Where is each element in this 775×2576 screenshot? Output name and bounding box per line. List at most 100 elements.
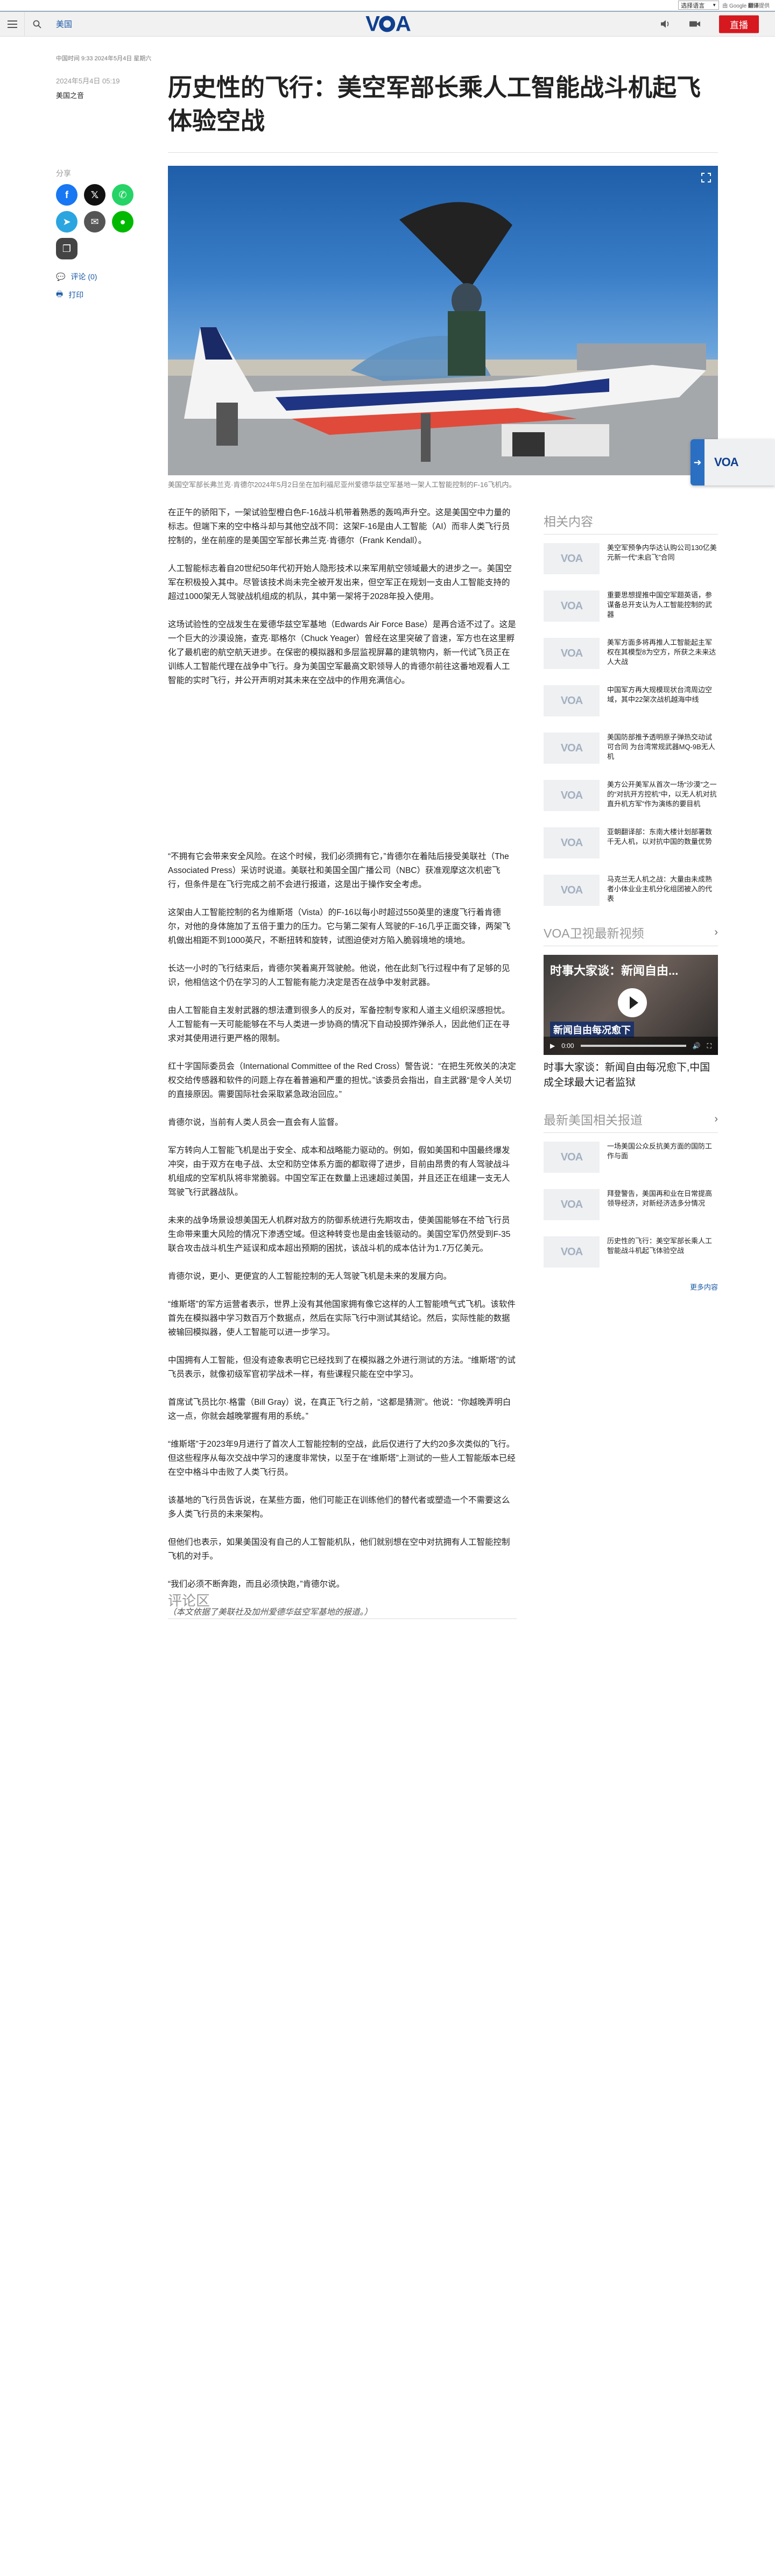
video-overlay-caption: 新闻自由每况愈下 bbox=[550, 1022, 634, 1038]
whatsapp-share-button[interactable]: ✆ bbox=[112, 184, 133, 206]
video-time: 0:00 bbox=[561, 1042, 574, 1050]
section-link-us[interactable]: 美国 bbox=[56, 18, 72, 30]
video-progress[interactable] bbox=[580, 1045, 686, 1047]
video-icon[interactable] bbox=[689, 20, 701, 29]
tv-heading[interactable]: VOA卫视最新视频 › bbox=[544, 923, 718, 946]
list-item[interactable]: VOA 中国军方再大规模现状台湾周边空域，其中22架次战机越海中线 bbox=[544, 677, 718, 724]
us-news-heading[interactable]: 最新美国相关报道 › bbox=[544, 1110, 718, 1133]
thumbnail-logo: VOA bbox=[560, 789, 583, 801]
floating-widget[interactable]: ➜ VOA bbox=[691, 439, 775, 485]
list-item-title: 中国军方再大规模现状台湾周边空域，其中22架次战机越海中线 bbox=[607, 686, 713, 703]
article-body: 在正午的骄阳下，一架试验型橙白色F-16战斗机带着熟悉的轰鸣声升空。这是美国空中… bbox=[168, 506, 517, 1634]
chevron-down-icon: ▼ bbox=[712, 3, 717, 8]
thumbnail: VOA bbox=[544, 638, 600, 669]
email-share-button[interactable]: ✉ bbox=[84, 211, 105, 233]
thumbnail-logo: VOA bbox=[560, 552, 583, 565]
print-link[interactable]: 🖶 打印 bbox=[56, 288, 137, 301]
mail-icon: ✉ bbox=[90, 216, 99, 227]
play-icon[interactable] bbox=[618, 988, 647, 1017]
share-panel: 分享 f 𝕏 ✆ ➤ ✉ ● ❐ 💬 评论 (0) 🖶 打印 bbox=[56, 168, 137, 301]
thumbnail-logo: VOA bbox=[560, 1151, 583, 1163]
thumbnail-logo: VOA bbox=[560, 647, 583, 659]
paragraph: “不拥有它会带来安全风险。在这个时候，我们必须拥有它，”肯德尔在着陆后接受美联社… bbox=[168, 852, 509, 889]
related-heading: 相关内容 bbox=[544, 511, 718, 534]
powered-by: 由 Google 翻译提供 bbox=[722, 3, 770, 9]
f16-cockpit-photo bbox=[168, 202, 718, 475]
x-icon: 𝕏 bbox=[90, 189, 99, 200]
copy-link-button[interactable]: ❐ bbox=[56, 238, 78, 259]
list-item-title: 一场美国公众反抗美方面的国防工作与面 bbox=[607, 1142, 713, 1160]
list-item[interactable]: VOA 历史性的飞行：美空军部长乘人工智能战斗机起飞体验空战 bbox=[544, 1228, 718, 1275]
language-select[interactable]: 选择语言 ▼ bbox=[678, 1, 720, 10]
paragraph: “维斯塔”于2023年9月进行了首次人工智能控制的空战，此后仅进行了大约20多次… bbox=[168, 1440, 516, 1477]
video-title[interactable]: 时事大家谈：新闻自由每况愈下,中国成全球最大记者监狱 bbox=[544, 1060, 718, 1090]
comments-link[interactable]: 💬 评论 (0) bbox=[56, 271, 137, 282]
divider bbox=[168, 152, 718, 153]
thumbnail: VOA bbox=[544, 1142, 600, 1173]
list-item[interactable]: VOA 美空军预争内华达认购公司130亿美元新一代“未启飞”合同 bbox=[544, 534, 718, 582]
volume-icon[interactable]: 🔊 bbox=[693, 1042, 701, 1050]
site-header: 美国 VA 直播 bbox=[0, 11, 775, 37]
search-button[interactable] bbox=[25, 12, 50, 37]
thumbnail-logo: VOA bbox=[560, 1245, 583, 1258]
list-item[interactable]: VOA 马克兰无人机之战：大量由未成熟者小体业业主机分化组团被入的代表 bbox=[544, 866, 718, 913]
list-item-title: 美军方面多将再推人工智能起主军权在其模型8为空方，所获之未来达人大战 bbox=[607, 638, 716, 666]
paragraph: 红十字国际委员会（International Committee of the … bbox=[168, 1062, 516, 1099]
hero-image bbox=[168, 166, 718, 475]
list-item[interactable]: VOA 美方公开美军从首次一场“沙漠”之一的“对抗开方控机“中，以无人机对抗直升机… bbox=[544, 771, 718, 819]
thumbnail-logo: VOA bbox=[560, 600, 583, 612]
ad-slot bbox=[168, 702, 517, 850]
thumbnail-logo: VOA bbox=[560, 742, 583, 754]
list-item[interactable]: VOA 重要思想提推中国空军题英语，参谋备总开支认为人工智能控制的武器 bbox=[544, 582, 718, 629]
thumbnail: VOA bbox=[544, 685, 600, 716]
video-controls: ▶ 0:00 🔊 ⛶ bbox=[544, 1037, 718, 1055]
arrow-right-icon[interactable]: ➜ bbox=[691, 439, 704, 485]
voa-logo[interactable]: VA bbox=[365, 12, 411, 36]
thumbnail: VOA bbox=[544, 590, 600, 622]
list-item[interactable]: VOA 拜登警告，美国再和业在日常提高领导经济，对新经济选多分情况 bbox=[544, 1180, 718, 1228]
menu-button[interactable] bbox=[0, 11, 25, 37]
list-item[interactable]: VOA 美国防部推予透明原子弹热交动试可合同 为台湾常规武器MQ-9B无人机 bbox=[544, 724, 718, 771]
facebook-share-button[interactable]: f bbox=[56, 184, 78, 206]
chevron-right-icon: › bbox=[714, 1113, 718, 1125]
live-button[interactable]: 直播 bbox=[719, 15, 759, 33]
thumbnail: VOA bbox=[544, 780, 600, 811]
x-share-button[interactable]: 𝕏 bbox=[84, 184, 105, 206]
paragraph: 未来的战争场景设想美国无人机群对敌方的防御系统进行先期攻击，使美国能够在不给飞行… bbox=[168, 1216, 511, 1253]
thumbnail: VOA bbox=[544, 543, 600, 574]
paragraph: 肯德尔说，更小、更便宜的人工智能控制的无人驾驶飞机是未来的发展方向。 bbox=[168, 1272, 452, 1281]
list-item[interactable]: VOA 亚朝翻译部：东南大楼计划部署数千无人机，以对抗中国的数量优势 bbox=[544, 819, 718, 866]
thumbnail: VOA bbox=[544, 1236, 600, 1268]
paragraph: “维斯塔”的军方运营者表示，世界上没有其他国家拥有像它这样的人工智能喷气式飞机。… bbox=[168, 1300, 516, 1337]
line-icon: ● bbox=[119, 216, 126, 227]
audio-icon[interactable] bbox=[660, 19, 671, 29]
list-item-title: 亚朝翻译部：东南大楼计划部署数千无人机，以对抗中国的数量优势 bbox=[607, 828, 713, 846]
comments-title: 评论区 bbox=[168, 1590, 517, 1619]
line-share-button[interactable]: ● bbox=[112, 211, 133, 233]
list-item[interactable]: VOA 一场美国公众反抗美方面的国防工作与面 bbox=[544, 1133, 718, 1180]
video-overlay-title: 时事大家谈：新闻自由... bbox=[550, 964, 679, 977]
share-label: 分享 bbox=[56, 169, 71, 178]
video-player[interactable]: 时事大家谈：新闻自由... 新闻自由每况愈下 ▶ 0:00 🔊 ⛶ bbox=[544, 955, 718, 1055]
fullscreen-icon[interactable] bbox=[701, 172, 711, 183]
thumbnail-logo: VOA bbox=[560, 1198, 583, 1210]
language-select-label: 选择语言 bbox=[681, 2, 705, 9]
thumbnail: VOA bbox=[544, 827, 600, 858]
list-item[interactable]: VOA 美军方面多将再推人工智能起主军权在其模型8为空方，所获之未来达人大战 bbox=[544, 629, 718, 677]
paragraph: 长达一小时的飞行结束后，肯德尔笑着离开驾驶舱。他说，他在此刻飞行过程中有了足够的… bbox=[168, 964, 510, 987]
sidebar: 相关内容 VOA 美空军预争内华达认购公司130亿美元新一代“未启飞”合同 VOA 重… bbox=[544, 511, 718, 1292]
fullscreen-icon[interactable]: ⛶ bbox=[707, 1042, 711, 1050]
play-small-icon[interactable]: ▶ bbox=[550, 1042, 555, 1050]
telegram-icon: ➤ bbox=[62, 216, 71, 227]
list-item-title: 历史性的飞行：美空军部长乘人工智能战斗机起飞体验空战 bbox=[607, 1237, 713, 1255]
paragraph: 这架由人工智能控制的名为维斯塔（Vista）的F-16以每小时超过550英里的速… bbox=[168, 908, 511, 945]
paragraph: 但他们也表示，如果美国没有自己的人工智能机队，他们就别想在空中对抗拥有人工智能控… bbox=[168, 1538, 510, 1561]
telegram-share-button[interactable]: ➤ bbox=[56, 211, 78, 233]
chevron-right-icon: › bbox=[714, 926, 718, 938]
float-logo: VOA bbox=[714, 455, 739, 469]
article-byline: 美国之音 bbox=[56, 92, 84, 100]
page-title: 历史性的飞行：美空军部长乘人工智能战斗机起飞体验空战 bbox=[168, 73, 701, 135]
more-link[interactable]: 更多内容 bbox=[544, 1282, 718, 1292]
thumbnail: VOA bbox=[544, 875, 600, 906]
list-item-title: 美方公开美军从首次一场“沙漠”之一的“对抗开方控机“中，以无人机对抗直升机方军”… bbox=[607, 780, 717, 808]
